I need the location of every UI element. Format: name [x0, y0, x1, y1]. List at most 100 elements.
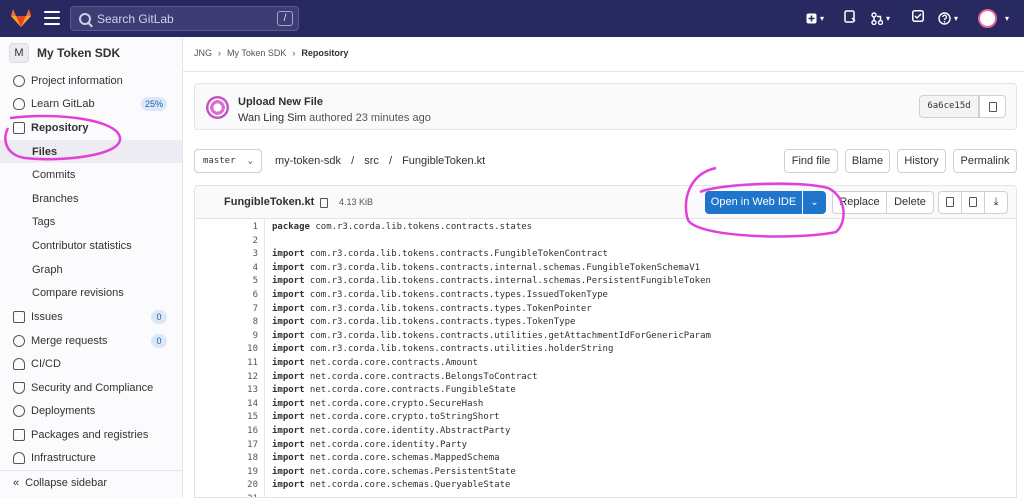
sidebar-item-repository[interactable]: Repository [0, 117, 182, 139]
author-avatar[interactable] [206, 96, 229, 119]
line-number[interactable]: 3 [195, 247, 258, 261]
create-new-menu[interactable]: ▾ [806, 10, 824, 27]
collapse-sidebar-button[interactable]: « Collapse sidebar [0, 470, 182, 494]
line-number[interactable]: 10 [195, 342, 258, 356]
chevron-down-icon: ▾ [886, 13, 891, 23]
download-button[interactable]: ⤓ [984, 191, 1008, 214]
sidebar-item-security-and-compliance[interactable]: Security and Compliance [0, 377, 182, 399]
file-path-breadcrumb: my-token-sdk / src / FungibleToken.kt [275, 155, 492, 167]
sidebar-item-issues[interactable]: Issues 0 [0, 306, 182, 328]
line-number[interactable]: 16 [195, 424, 258, 438]
commit-sha[interactable]: 6a6ce15d [919, 95, 979, 118]
sidebar-item-label: Compare revisions [32, 287, 124, 299]
sidebar-item-commits[interactable]: Commits [0, 164, 182, 186]
project-name: My Token SDK [37, 46, 121, 60]
sidebar-item-label: Repository [31, 122, 89, 134]
sidebar-item-contributor-statistics[interactable]: Contributor statistics [0, 235, 182, 257]
line-number[interactable]: 11 [195, 356, 258, 370]
line-number[interactable]: 17 [195, 438, 258, 452]
sidebar-item-files[interactable]: Files [0, 140, 182, 163]
code-line: import com.r3.corda.lib.tokens.contracts… [272, 288, 608, 302]
issues-nav-icon[interactable] [844, 10, 856, 27]
history-button[interactable]: History [897, 149, 946, 173]
merge-requests-nav-icon[interactable]: ▾ [871, 10, 890, 27]
code-line: import net.corda.core.crypto.SecureHash [272, 397, 483, 411]
code-line: import com.r3.corda.lib.tokens.contracts… [272, 329, 711, 343]
copy-sha-button[interactable] [979, 95, 1006, 118]
path-segment[interactable]: FungibleToken.kt [402, 155, 485, 167]
open-in-web-ide-button[interactable]: Open in Web IDE [705, 191, 802, 214]
code-keyword: import [272, 426, 305, 436]
line-number[interactable]: 1 [195, 220, 258, 234]
line-number[interactable]: 14 [195, 397, 258, 411]
user-avatar[interactable] [978, 9, 997, 28]
permalink-button[interactable]: Permalink [953, 149, 1017, 173]
path-segment[interactable]: my-token-sdk [275, 155, 341, 167]
tanuki-logo-icon[interactable] [10, 8, 32, 28]
count-badge: 0 [151, 310, 167, 324]
web-ide-dropdown-toggle[interactable]: ⌄ [803, 191, 826, 214]
sidebar-item-infrastructure[interactable]: Infrastructure [0, 447, 182, 469]
code-line: import net.corda.core.identity.Party [272, 438, 467, 452]
code-line: import net.corda.core.schemas.QueryableS… [272, 478, 510, 492]
line-number[interactable]: 15 [195, 410, 258, 424]
path-separator: / [351, 155, 355, 167]
line-number[interactable]: 13 [195, 383, 258, 397]
copy-contents-button[interactable] [938, 191, 962, 214]
line-number[interactable]: 21 [195, 492, 258, 497]
line-number[interactable]: 5 [195, 274, 258, 288]
code-text: net.corda.core.contracts.Amount [304, 358, 478, 368]
line-number[interactable]: 8 [195, 315, 258, 329]
line-number[interactable]: 18 [195, 451, 258, 465]
path-separator: / [388, 155, 393, 167]
sidebar-item-deployments[interactable]: Deployments [0, 400, 182, 422]
sidebar-item-graph[interactable]: Graph [0, 259, 182, 281]
line-number[interactable]: 4 [195, 261, 258, 275]
commit-title[interactable]: Upload New File [238, 96, 323, 108]
delete-button[interactable]: Delete [886, 191, 934, 214]
search-placeholder: Search GitLab [97, 11, 174, 26]
sidebar-item-ci-cd[interactable]: CI/CD [0, 353, 182, 375]
sidebar-item-learn-gitlab[interactable]: Learn GitLab 25% [0, 93, 182, 115]
code-line: import net.corda.core.schemas.Persistent… [272, 465, 516, 479]
line-number[interactable]: 7 [195, 302, 258, 316]
breadcrumb-current[interactable]: Repository [301, 48, 348, 58]
branch-selector[interactable]: master ⌄ [194, 149, 262, 173]
chevron-down-icon[interactable]: ▾ [1002, 10, 1009, 27]
commit-author[interactable]: Wan Ling Sim [238, 112, 306, 124]
sidebar-item-branches[interactable]: Branches [0, 188, 182, 210]
sidebar-item-merge-requests[interactable]: Merge requests 0 [0, 330, 182, 352]
sidebar-item-label: Project information [31, 75, 123, 87]
code-keyword: import [272, 412, 305, 423]
code-line: import com.r3.corda.lib.tokens.contracts… [272, 302, 592, 316]
find-file-button[interactable]: Find file [784, 149, 838, 173]
project-header[interactable]: M My Token SDK [9, 43, 120, 63]
search-input[interactable]: Search GitLab / [70, 6, 299, 31]
breadcrumb-item[interactable]: My Token SDK [227, 48, 286, 58]
blame-button[interactable]: Blame [845, 149, 890, 173]
breadcrumb-item[interactable]: JNG [194, 48, 212, 58]
double-chevron-left-icon: « [13, 476, 20, 489]
line-number[interactable]: 9 [195, 329, 258, 343]
sidebar-item-packages-and-registries[interactable]: Packages and registries [0, 424, 182, 446]
open-raw-button[interactable] [961, 191, 985, 214]
path-segment[interactable]: src [364, 155, 379, 167]
file-name: FungibleToken.kt [224, 196, 315, 208]
line-number[interactable]: 12 [195, 370, 258, 384]
hamburger-menu-icon[interactable] [44, 11, 60, 25]
last-commit-box: Upload New File Wan Ling Sim authored 23… [194, 83, 1017, 130]
todo-icon[interactable] [912, 10, 924, 26]
line-number[interactable]: 20 [195, 478, 258, 492]
line-number[interactable]: 2 [195, 234, 258, 248]
sidebar-item-compare-revisions[interactable]: Compare revisions [0, 282, 182, 304]
sidebar-item-project-information[interactable]: Project information [0, 70, 182, 92]
code-text: net.corda.core.identity.Party [304, 439, 468, 450]
help-menu[interactable]: ▾ [938, 10, 958, 27]
line-number[interactable]: 19 [195, 465, 258, 479]
help-icon [938, 12, 951, 25]
replace-button[interactable]: Replace [832, 191, 887, 214]
line-number[interactable]: 6 [195, 288, 258, 302]
copy-icon[interactable] [320, 198, 328, 208]
sidebar-item-tags[interactable]: Tags [0, 211, 182, 233]
code-keyword: import [272, 344, 305, 355]
